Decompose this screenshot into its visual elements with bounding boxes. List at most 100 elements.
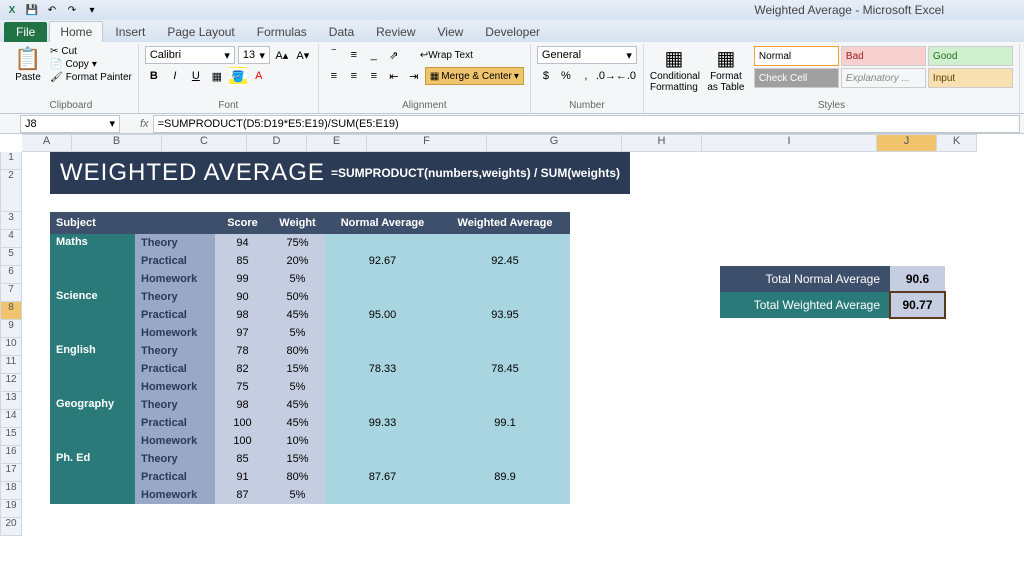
score-cell[interactable]: 94 [215,234,270,252]
row-header-18[interactable]: 18 [0,482,22,500]
name-box[interactable]: J8▾ [20,115,120,133]
font-size-combo[interactable]: 13▾ [238,46,270,64]
score-cell[interactable]: 99 [215,270,270,288]
row-header-9[interactable]: 9 [0,320,22,338]
row-header-12[interactable]: 12 [0,374,22,392]
formula-bar[interactable]: =SUMPRODUCT(D5:D19*E5:E19)/SUM(E5:E19) [153,115,1020,133]
weighted-avg-cell[interactable]: 92.45 [440,234,570,288]
type-cell[interactable]: Homework [135,324,215,342]
row-header-11[interactable]: 11 [0,356,22,374]
type-cell[interactable]: Theory [135,342,215,360]
normal-avg-cell[interactable]: 92.67 [325,234,440,288]
row-header-2[interactable]: 2 [0,170,22,212]
table-row[interactable]: MathsTheory9475%92.6792.45 [50,234,570,252]
score-cell[interactable]: 78 [215,342,270,360]
currency-button[interactable]: $ [537,67,555,85]
align-center-button[interactable]: ≡ [345,67,363,85]
row-header-14[interactable]: 14 [0,410,22,428]
copy-button[interactable]: 📄Copy ▾ [50,59,132,70]
weight-cell[interactable]: 80% [270,468,325,486]
style-check-cell[interactable]: Check Cell [754,68,839,88]
underline-button[interactable]: U [187,67,205,85]
number-format-combo[interactable]: General▾ [537,46,637,64]
type-cell[interactable]: Theory [135,450,215,468]
type-cell[interactable]: Practical [135,252,215,270]
row-header-5[interactable]: 5 [0,248,22,266]
row-header-3[interactable]: 3 [0,212,22,230]
table-row[interactable]: GeographyTheory9845%99.3399.1 [50,396,570,414]
row-header-17[interactable]: 17 [0,464,22,482]
weight-cell[interactable]: 50% [270,288,325,306]
type-cell[interactable]: Practical [135,414,215,432]
shrink-font-button[interactable]: A▾ [294,46,312,64]
type-cell[interactable]: Theory [135,396,215,414]
type-cell[interactable]: Homework [135,486,215,504]
undo-icon[interactable]: ↶ [44,2,60,18]
weight-cell[interactable]: 80% [270,342,325,360]
type-cell[interactable]: Homework [135,270,215,288]
normal-avg-cell[interactable]: 99.33 [325,396,440,450]
type-cell[interactable]: Theory [135,234,215,252]
cell-styles-gallery[interactable]: Normal Bad Good Check Cell Explanatory .… [754,46,1013,93]
column-header-G[interactable]: G [487,134,622,152]
format-painter-button[interactable]: 🖌Format Painter [50,72,132,83]
row-header-7[interactable]: 7 [0,284,22,302]
merge-center-button[interactable]: ▦Merge & Center ▾ [425,67,524,85]
increase-decimal-button[interactable]: .0→ [597,67,615,85]
align-left-button[interactable]: ≡ [325,67,343,85]
column-header-K[interactable]: K [937,134,977,152]
score-cell[interactable]: 98 [215,306,270,324]
weighted-avg-cell[interactable]: 93.95 [440,288,570,342]
row-header-10[interactable]: 10 [0,338,22,356]
weight-cell[interactable]: 5% [270,270,325,288]
weighted-avg-cell[interactable]: 78.45 [440,342,570,396]
normal-avg-cell[interactable]: 95.00 [325,288,440,342]
row-headers[interactable]: 1234567891011121314151617181920 [0,152,22,536]
tab-review[interactable]: Review [366,22,425,42]
type-cell[interactable]: Theory [135,288,215,306]
score-cell[interactable]: 100 [215,432,270,450]
weight-cell[interactable]: 5% [270,324,325,342]
column-header-C[interactable]: C [162,134,247,152]
normal-avg-cell[interactable]: 78.33 [325,342,440,396]
column-header-I[interactable]: I [702,134,877,152]
decrease-indent-button[interactable]: ⇤ [385,67,403,85]
worksheet[interactable]: ABCDEFGHIJK 1234567891011121314151617181… [0,134,1024,152]
column-header-F[interactable]: F [367,134,487,152]
style-good[interactable]: Good [928,46,1013,66]
weight-cell[interactable]: 45% [270,306,325,324]
align-right-button[interactable]: ≡ [365,67,383,85]
tab-data[interactable]: Data [319,22,364,42]
wrap-text-button[interactable]: ↩ Wrap Text [415,46,478,64]
comma-button[interactable]: , [577,67,595,85]
row-header-13[interactable]: 13 [0,392,22,410]
style-explanatory[interactable]: Explanatory ... [841,68,926,88]
subject-cell[interactable]: Geography [50,396,135,450]
subject-cell[interactable]: Ph. Ed [50,450,135,504]
column-header-B[interactable]: B [72,134,162,152]
score-cell[interactable]: 85 [215,450,270,468]
tab-page-layout[interactable]: Page Layout [157,22,244,42]
subject-cell[interactable]: English [50,342,135,396]
score-cell[interactable]: 100 [215,414,270,432]
tab-file[interactable]: File [4,22,47,42]
weight-cell[interactable]: 45% [270,396,325,414]
table-row[interactable]: EnglishTheory7880%78.3378.45 [50,342,570,360]
row-header-19[interactable]: 19 [0,500,22,518]
type-cell[interactable]: Practical [135,360,215,378]
tab-insert[interactable]: Insert [105,22,155,42]
style-normal[interactable]: Normal [754,46,839,66]
column-header-D[interactable]: D [247,134,307,152]
column-headers[interactable]: ABCDEFGHIJK [22,134,1024,152]
redo-icon[interactable]: ↷ [64,2,80,18]
align-top-button[interactable]: ‾ [325,46,343,64]
weight-cell[interactable]: 75% [270,234,325,252]
fx-icon[interactable]: fx [140,118,149,130]
score-cell[interactable]: 91 [215,468,270,486]
format-as-table-button[interactable]: ▦Format as Table [702,46,750,93]
subject-cell[interactable]: Science [50,288,135,342]
borders-button[interactable]: ▦ [208,67,226,85]
paste-button[interactable]: 📋 Paste [10,46,46,83]
weight-cell[interactable]: 45% [270,414,325,432]
weight-cell[interactable]: 15% [270,360,325,378]
